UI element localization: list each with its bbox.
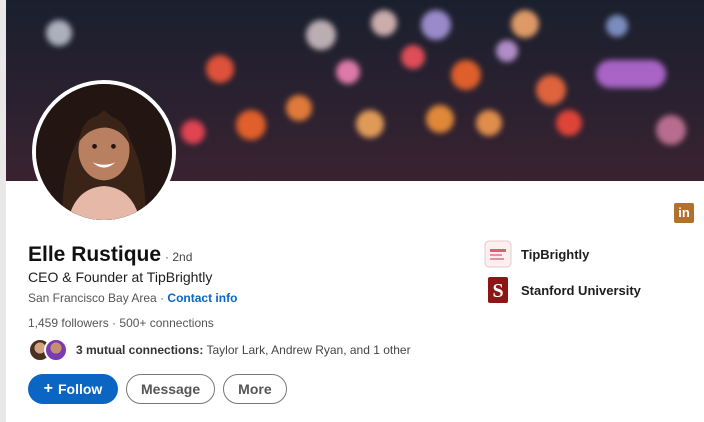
- connections-count[interactable]: · 500+ connections: [112, 316, 214, 330]
- name-row: Elle Rustique · 2nd: [28, 243, 192, 267]
- profile-photo-image: [36, 84, 172, 220]
- follow-button-label: Follow: [58, 381, 103, 397]
- mutual-avatar-2: [44, 338, 68, 362]
- mutual-avatars: [28, 338, 72, 362]
- message-button-label: Message: [141, 381, 201, 397]
- message-button[interactable]: Message: [126, 374, 216, 404]
- mutual-connections[interactable]: 3 mutual connections: Taylor Lark, Andre…: [28, 338, 411, 362]
- stanford-logo-icon: S: [484, 276, 512, 304]
- location-row: San Francisco Bay Area · Contact info: [28, 291, 237, 305]
- contact-info-link[interactable]: Contact info: [167, 291, 237, 305]
- network-stats: 1,459 followers · 500+ connections: [28, 316, 214, 330]
- linkedin-icon[interactable]: in: [674, 203, 694, 223]
- action-buttons: + Follow Message More: [28, 374, 287, 404]
- current-company-name: TipBrightly: [521, 246, 590, 262]
- current-company[interactable]: TipBrightly: [484, 240, 589, 268]
- more-button-label: More: [238, 381, 272, 397]
- followers-count[interactable]: 1,459 followers: [28, 316, 109, 330]
- education-school-name: Stanford University: [521, 282, 641, 298]
- mutual-connections-names: Taylor Lark, Andrew Ryan, and 1 other: [206, 343, 411, 357]
- education-school[interactable]: S Stanford University: [484, 276, 641, 304]
- svg-text:S: S: [492, 280, 503, 302]
- profile-headline: CEO & Founder at TipBrightly: [28, 269, 213, 285]
- plus-icon: +: [43, 380, 53, 397]
- mutual-connections-text: 3 mutual connections: Taylor Lark, Andre…: [76, 343, 411, 357]
- follow-button[interactable]: + Follow: [28, 374, 118, 404]
- tipbrightly-logo-icon: [484, 240, 512, 268]
- profile-location: San Francisco Bay Area ·: [28, 291, 165, 305]
- connection-degree: · 2nd: [165, 250, 193, 264]
- profile-card: in Elle Rustique · 2nd CEO & Founder at …: [6, 0, 704, 422]
- more-button[interactable]: More: [223, 374, 287, 404]
- profile-photo[interactable]: [32, 80, 176, 224]
- mutual-connections-count: 3 mutual connections:: [76, 343, 204, 357]
- profile-name: Elle Rustique: [28, 243, 162, 266]
